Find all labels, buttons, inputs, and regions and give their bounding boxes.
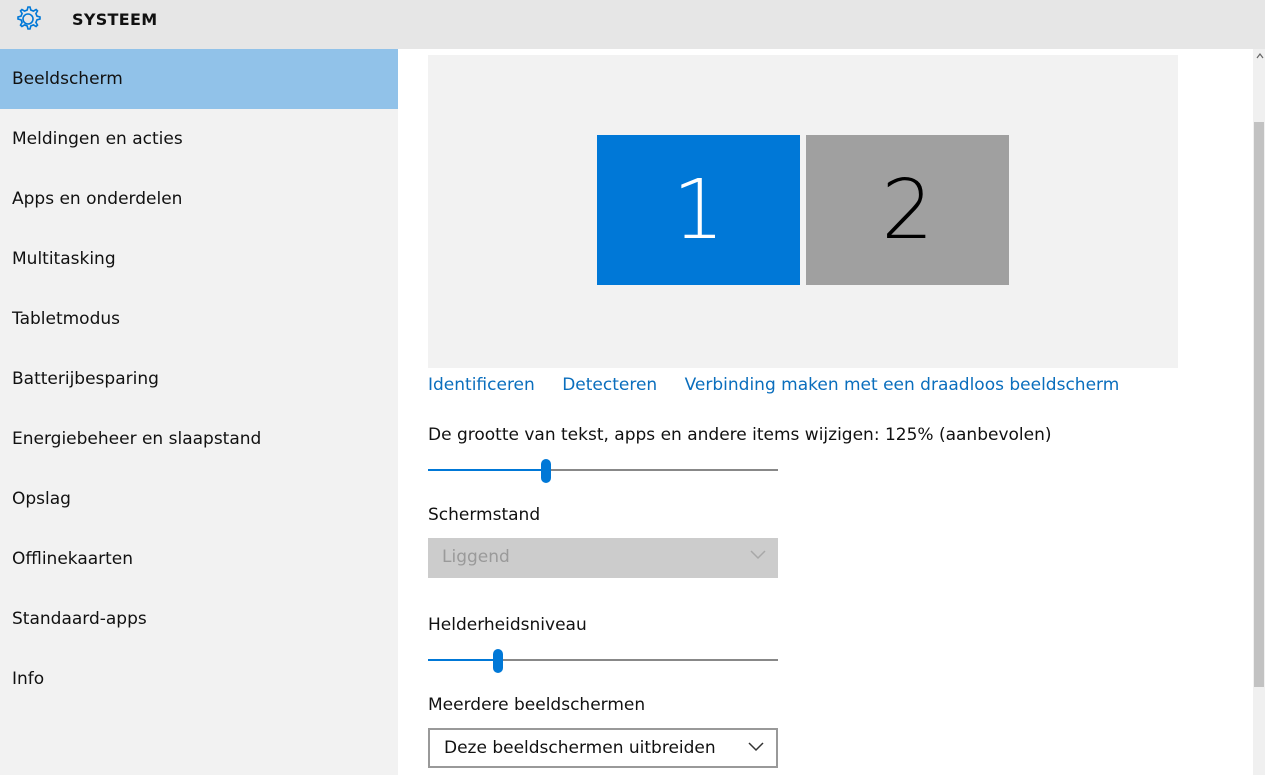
identify-link[interactable]: Identificeren [428,375,535,395]
sidebar-item-energiebeheer[interactable]: Energiebeheer en slaapstand [0,409,398,469]
sidebar-item-info[interactable]: Info [0,649,398,709]
multiple-displays-dropdown[interactable]: Deze beeldschermen uitbreiden [428,728,778,768]
app-title: SYSTEEM [72,10,158,29]
scale-slider-fill [428,469,546,471]
sidebar-item-batterijbesparing[interactable]: Batterijbesparing [0,349,398,409]
sidebar-item-apps[interactable]: Apps en onderdelen [0,169,398,229]
display-links: Identificeren Detecteren Verbinding make… [428,375,1141,395]
scroll-up-arrow-icon[interactable] [1256,52,1264,60]
scrollbar-thumb[interactable] [1254,122,1264,687]
detect-link[interactable]: Detecteren [562,375,657,395]
title-bar: SYSTEEM [0,0,1265,49]
scale-slider-thumb[interactable] [541,459,551,483]
brightness-slider-thumb[interactable] [493,649,503,673]
brightness-slider-fill [428,659,498,661]
multiple-displays-value: Deze beeldschermen uitbreiden [444,738,716,758]
scale-label: De grootte van tekst, apps en andere ite… [428,425,1052,445]
scale-slider[interactable] [428,459,778,483]
sidebar-item-opslag[interactable]: Opslag [0,469,398,529]
sidebar-item-tabletmodus[interactable]: Tabletmodus [0,289,398,349]
main-content: 1 2 Identificeren Detecteren Verbinding … [398,49,1253,775]
chevron-down-icon [748,742,764,752]
sidebar-item-beeldscherm[interactable]: Beeldscherm [0,49,398,109]
monitor-arrangement-preview: 1 2 [428,55,1178,368]
orientation-value: Liggend [442,547,510,567]
sidebar-item-meldingen[interactable]: Meldingen en acties [0,109,398,169]
sidebar-item-offlinekaarten[interactable]: Offlinekaarten [0,529,398,589]
chevron-down-icon [750,550,766,560]
orientation-dropdown: Liggend [428,538,778,578]
sidebar-item-multitasking[interactable]: Multitasking [0,229,398,289]
gear-icon [17,6,41,30]
monitor-1-tile[interactable]: 1 [597,135,800,285]
brightness-label: Helderheidsniveau [428,615,587,635]
sidebar: Beeldscherm Meldingen en acties Apps en … [0,49,398,775]
wireless-display-link[interactable]: Verbinding maken met een draadloos beeld… [685,375,1120,395]
orientation-label: Schermstand [428,505,541,525]
sidebar-item-standaard-apps[interactable]: Standaard-apps [0,589,398,649]
monitor-2-tile[interactable]: 2 [806,135,1009,285]
brightness-slider[interactable] [428,649,778,673]
multiple-displays-label: Meerdere beeldschermen [428,695,646,715]
